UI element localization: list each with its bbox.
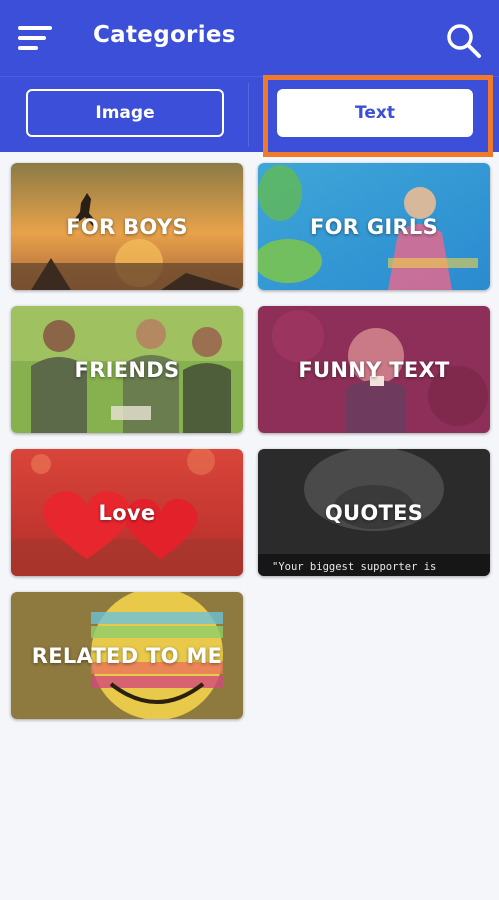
category-label: FUNNY TEXT (298, 357, 450, 382)
quote-caption: "Your biggest supporter is (272, 561, 437, 573)
hamburger-menu-icon[interactable] (18, 26, 54, 52)
tab-divider (248, 83, 249, 147)
category-card-quotes[interactable]: QUOTES "Your biggest supporter is (258, 449, 490, 576)
category-label: QUOTES (324, 500, 424, 525)
app-bar: Categories (0, 0, 499, 76)
tab-bar: Image Text (0, 75, 499, 157)
category-card-related-to-me[interactable]: RELATED TO ME (11, 592, 243, 719)
category-label: FOR GIRLS (309, 214, 439, 239)
category-card-for-boys[interactable]: FOR BOYS (11, 163, 243, 290)
category-card-friends[interactable]: FRIENDS (11, 306, 243, 433)
search-icon[interactable] (445, 22, 483, 60)
tab-text[interactable]: Text (277, 89, 473, 137)
category-label: RELATED TO ME (31, 643, 223, 668)
category-card-funny-text[interactable]: FUNNY TEXT (258, 306, 490, 433)
category-label: FRIENDS (74, 357, 180, 382)
category-label: FOR BOYS (66, 214, 188, 239)
category-label: Love (98, 500, 156, 525)
tab-image[interactable]: Image (26, 89, 224, 137)
category-card-for-girls[interactable]: FOR GIRLS (258, 163, 490, 290)
page-title: Categories (93, 22, 236, 48)
category-card-love[interactable]: Love (11, 449, 243, 576)
